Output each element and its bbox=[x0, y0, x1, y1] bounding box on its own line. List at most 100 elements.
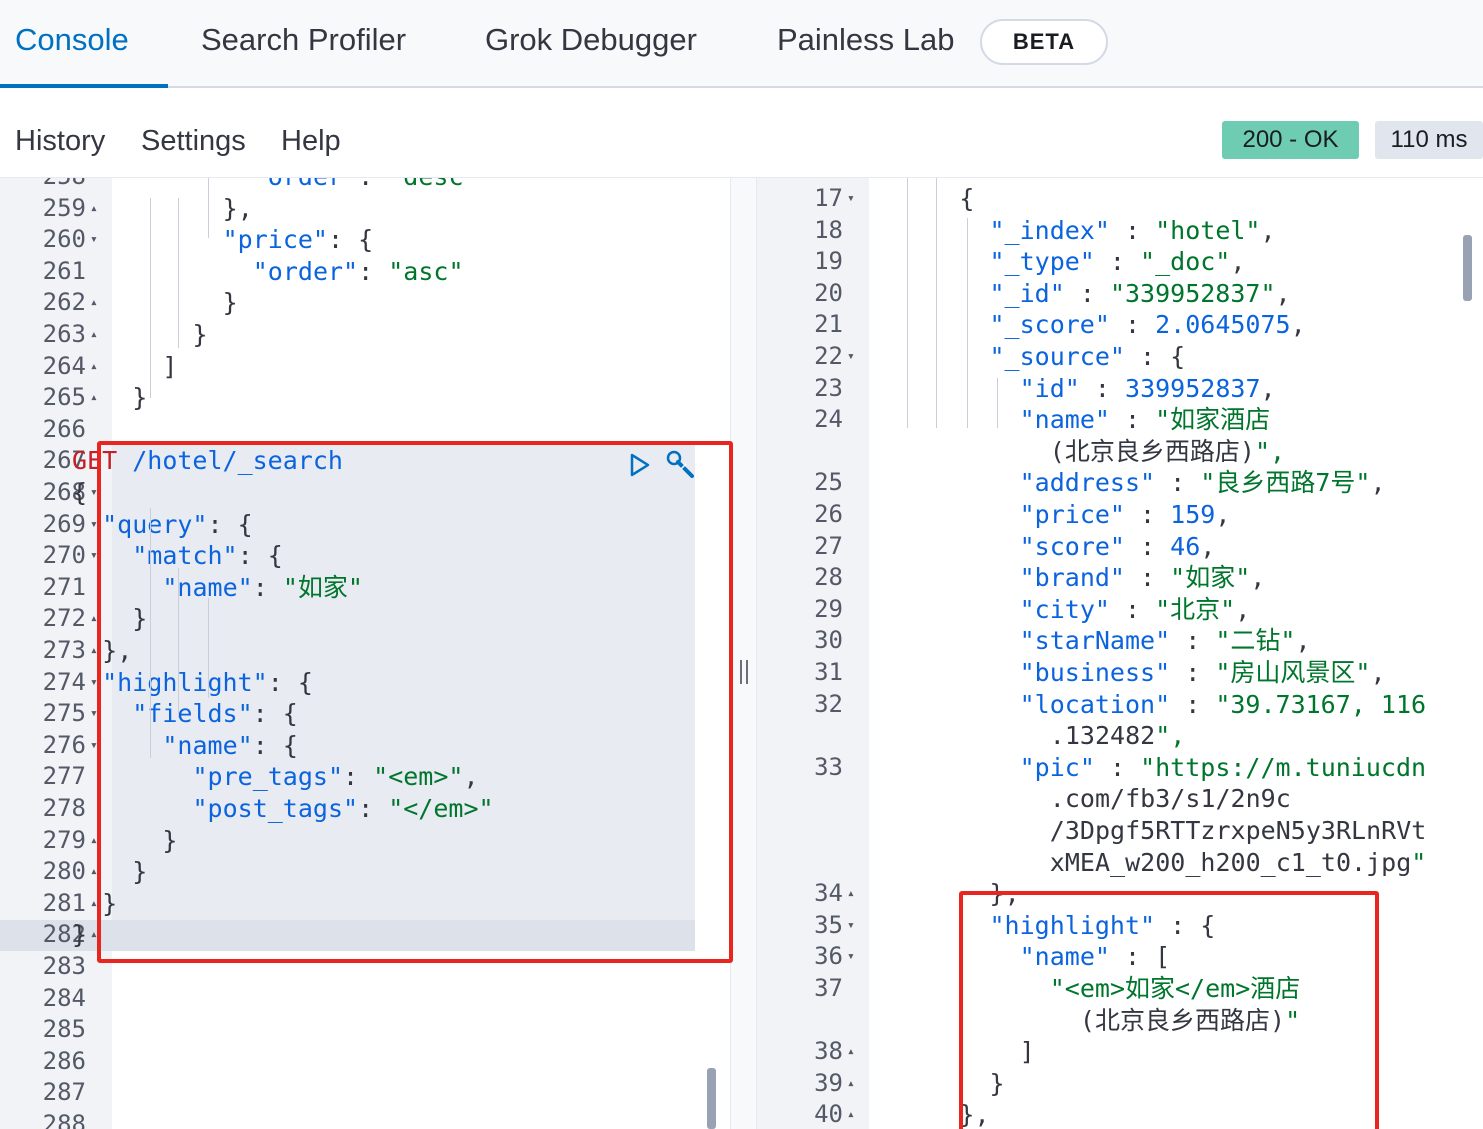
fold-close-icon[interactable]: ▴ bbox=[847, 1036, 855, 1068]
indent-guide bbox=[967, 218, 968, 428]
code-line[interactable]: 25 "address" : "良乡西路7号", bbox=[757, 467, 1483, 499]
code-line[interactable]: 259 ▴ }, bbox=[0, 193, 730, 225]
code-line[interactable]: 28 "brand" : "如家", bbox=[757, 562, 1483, 594]
code-line[interactable]: 29 "city" : "北京", bbox=[757, 594, 1483, 626]
code-line[interactable]: 285 bbox=[0, 1014, 730, 1046]
line-number: 287 bbox=[42, 1078, 86, 1107]
help-link[interactable]: Help bbox=[281, 125, 341, 158]
response-scrollbar[interactable] bbox=[1463, 235, 1472, 301]
code-line[interactable]: 27 "score" : 46, bbox=[757, 531, 1483, 563]
code-line[interactable]: 19 "_type" : "_doc", bbox=[757, 246, 1483, 278]
code-line[interactable]: 261 "order": "asc" bbox=[0, 256, 730, 288]
code-text: "id" : 339952837, bbox=[1019, 373, 1276, 403]
code-line[interactable]: 288 bbox=[0, 1109, 730, 1129]
line-number: 25 bbox=[814, 468, 843, 497]
code-text: "location" : "39.73167, 116 bbox=[1019, 689, 1427, 719]
code-line[interactable]: .132482", bbox=[757, 720, 1483, 752]
code-line[interactable]: 262 ▴ } bbox=[0, 287, 730, 319]
active-tab-indicator bbox=[0, 84, 168, 88]
indent-guide bbox=[178, 568, 179, 718]
fold-open-icon[interactable]: ▾ bbox=[847, 183, 855, 215]
code-line[interactable]: 265 ▴ } bbox=[0, 382, 730, 414]
code-line[interactable]: 264 ▴ ] bbox=[0, 351, 730, 383]
line-number: 36 bbox=[814, 942, 843, 971]
line-number: 20 bbox=[814, 278, 843, 307]
code-line[interactable]: 26 "price" : 159, bbox=[757, 499, 1483, 531]
line-number: 27 bbox=[814, 531, 843, 560]
code-line[interactable]: 263 ▴ } bbox=[0, 319, 730, 351]
line-number: 26 bbox=[814, 500, 843, 528]
tab-painless-lab[interactable]: Painless Lab bbox=[777, 22, 955, 58]
line-number: 22 bbox=[814, 342, 843, 370]
line-number: 18 bbox=[814, 215, 843, 244]
line-number: 33 bbox=[814, 752, 843, 781]
settings-link[interactable]: Settings bbox=[141, 125, 246, 158]
code-text: .com/fb3/s1/2n9c bbox=[1049, 784, 1291, 814]
code-text: "_source" : { bbox=[989, 342, 1186, 371]
line-number: 21 bbox=[814, 310, 843, 339]
code-line[interactable]: (北京良乡西路店)", bbox=[757, 436, 1483, 468]
code-line[interactable]: .com/fb3/s1/2n9c bbox=[757, 783, 1483, 815]
tab-console[interactable]: Console bbox=[15, 22, 129, 58]
code-text: /3Dpgf5RTTzrxpeN5y3RLnRVt bbox=[1049, 816, 1427, 845]
fold-open-icon[interactable]: ▾ bbox=[847, 341, 855, 373]
line-number: 19 bbox=[814, 247, 843, 276]
indent-guide bbox=[907, 178, 908, 428]
indent-guide bbox=[150, 198, 151, 398]
code-line[interactable]: 23 "id" : 339952837, bbox=[757, 373, 1483, 405]
fold-open-icon[interactable]: ▾ bbox=[847, 941, 855, 973]
code-line[interactable]: 287 bbox=[0, 1077, 730, 1109]
line-number: 34 bbox=[814, 879, 843, 908]
tab-search-profiler[interactable]: Search Profiler bbox=[201, 22, 406, 58]
fold-close-icon[interactable]: ▴ bbox=[847, 878, 855, 910]
code-text: }, bbox=[222, 193, 253, 223]
indent-guide bbox=[936, 178, 937, 428]
fold-close-icon[interactable]: ▴ bbox=[847, 1068, 855, 1100]
code-text: "order": "desc" bbox=[72, 178, 479, 193]
code-line[interactable]: 284 bbox=[0, 983, 730, 1015]
code-text: "price": { bbox=[222, 225, 374, 255]
code-line[interactable]: 17 ▾ { bbox=[757, 183, 1483, 215]
code-text: "_type" : "_doc", bbox=[989, 247, 1246, 277]
indent-guide bbox=[150, 508, 151, 758]
code-text: (北京良乡西路店)", bbox=[1049, 436, 1286, 466]
code-line[interactable]: 30 "starName" : "二钻", bbox=[757, 625, 1483, 657]
tab-grok-debugger[interactable]: Grok Debugger bbox=[485, 22, 697, 58]
code-line[interactable]: 258 "order": "desc" bbox=[0, 178, 730, 193]
line-number: 266 bbox=[42, 414, 86, 443]
fold-close-icon[interactable]: ▴ bbox=[847, 1099, 855, 1129]
indent-guide bbox=[997, 378, 998, 428]
code-line[interactable]: 22 ▾ "_source" : { bbox=[757, 341, 1483, 373]
code-line[interactable]: /3Dpgf5RTTzrxpeN5y3RLnRVt bbox=[757, 815, 1483, 847]
code-line[interactable]: 32 "location" : "39.73167, 116 bbox=[757, 689, 1483, 721]
line-number: 286 bbox=[42, 1046, 86, 1075]
code-text: "_index" : "hotel", bbox=[989, 215, 1276, 245]
code-text: "address" : "良乡西路7号", bbox=[1019, 468, 1386, 498]
code-text: { bbox=[959, 184, 975, 213]
code-line[interactable]: 21 "_score" : 2.0645075, bbox=[757, 309, 1483, 341]
request-scrollbar[interactable] bbox=[707, 1068, 716, 1129]
line-number: 284 bbox=[42, 983, 86, 1012]
indent-guide bbox=[208, 598, 209, 698]
code-text: } bbox=[72, 920, 88, 950]
code-line[interactable]: 20 "_id" : "339952837", bbox=[757, 278, 1483, 310]
pane-resizer[interactable] bbox=[730, 178, 757, 1129]
code-text: { bbox=[72, 478, 88, 507]
beta-badge: BETA bbox=[980, 19, 1108, 65]
history-link[interactable]: History bbox=[15, 125, 105, 158]
code-line[interactable]: 33 "pic" : "https://m.tuniucdn bbox=[757, 752, 1483, 784]
code-line[interactable]: 18 "_index" : "hotel", bbox=[757, 215, 1483, 247]
code-text: "starName" : "二钻", bbox=[1019, 626, 1311, 656]
line-number: 28 bbox=[814, 563, 843, 592]
code-line[interactable]: 24 "name" : "如家酒店 bbox=[757, 404, 1483, 436]
code-text: .132482", bbox=[1049, 721, 1186, 751]
code-line[interactable]: 31 "business" : "房山风景区", bbox=[757, 657, 1483, 689]
code-line[interactable]: 260 ▾ "price": { bbox=[0, 224, 730, 256]
resize-handle-icon[interactable] bbox=[740, 660, 748, 684]
code-line[interactable]: xMEA_w200_h200_c1_t0.jpg" bbox=[757, 847, 1483, 879]
code-line[interactable]: 286 bbox=[0, 1046, 730, 1078]
code-text: } bbox=[192, 320, 208, 349]
line-number: 288 bbox=[42, 1110, 86, 1129]
fold-open-icon[interactable]: ▾ bbox=[847, 910, 855, 942]
line-number: 35 bbox=[814, 910, 843, 939]
